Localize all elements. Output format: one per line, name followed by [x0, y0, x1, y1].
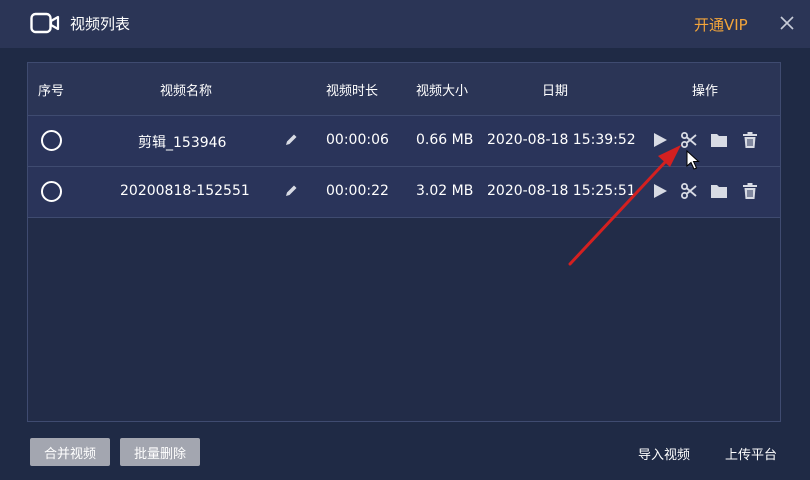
play-icon[interactable]	[651, 182, 669, 200]
scissors-icon[interactable]	[680, 131, 698, 149]
video-name: 剪辑_153946	[138, 135, 227, 151]
title-bar: 视频列表 开通VIP	[0, 0, 810, 48]
trash-icon[interactable]	[741, 131, 759, 149]
row-select-radio[interactable]	[41, 130, 62, 151]
video-size: 3.02 MB	[416, 183, 474, 199]
table-row: 剪辑_153946 00:00:06 0.66 MB 2020-08-18 15…	[28, 116, 780, 167]
video-duration: 00:00:22	[326, 183, 389, 199]
edit-icon[interactable]	[282, 131, 300, 149]
header-actions: 操作	[692, 84, 719, 99]
camera-icon	[30, 12, 60, 34]
play-icon[interactable]	[651, 131, 669, 149]
folder-icon[interactable]	[710, 182, 728, 200]
table-header: 序号 视频名称 视频时长 视频大小 日期 操作	[28, 63, 780, 116]
window-title: 视频列表	[70, 15, 131, 33]
scissors-icon[interactable]	[680, 182, 698, 200]
close-icon[interactable]	[778, 14, 796, 32]
upload-platform-link[interactable]: 上传平台	[725, 444, 777, 463]
edit-icon[interactable]	[282, 182, 300, 200]
video-size: 0.66 MB	[416, 132, 474, 148]
vip-link[interactable]: 开通VIP	[694, 14, 748, 35]
trash-icon[interactable]	[741, 182, 759, 200]
row-select-radio[interactable]	[41, 181, 62, 202]
header-duration: 视频时长	[326, 84, 379, 99]
video-duration: 00:00:06	[326, 132, 389, 148]
video-list-panel: 序号 视频名称 视频时长 视频大小 日期 操作 剪辑_153946 00:00:…	[27, 62, 781, 422]
batch-delete-button[interactable]: 批量删除	[120, 438, 200, 466]
header-date: 日期	[542, 84, 569, 99]
table-row: 20200818-152551 00:00:22 3.02 MB 2020-08…	[28, 167, 780, 218]
video-date: 2020-08-18 15:39:52	[487, 132, 636, 148]
video-name: 20200818-152551	[120, 183, 250, 199]
header-index: 序号	[38, 84, 65, 99]
video-date: 2020-08-18 15:25:51	[487, 183, 636, 199]
merge-videos-button[interactable]: 合并视频	[30, 438, 110, 466]
header-size: 视频大小	[416, 84, 469, 99]
import-video-link[interactable]: 导入视频	[638, 444, 690, 463]
folder-icon[interactable]	[710, 131, 728, 149]
header-name: 视频名称	[160, 84, 213, 99]
